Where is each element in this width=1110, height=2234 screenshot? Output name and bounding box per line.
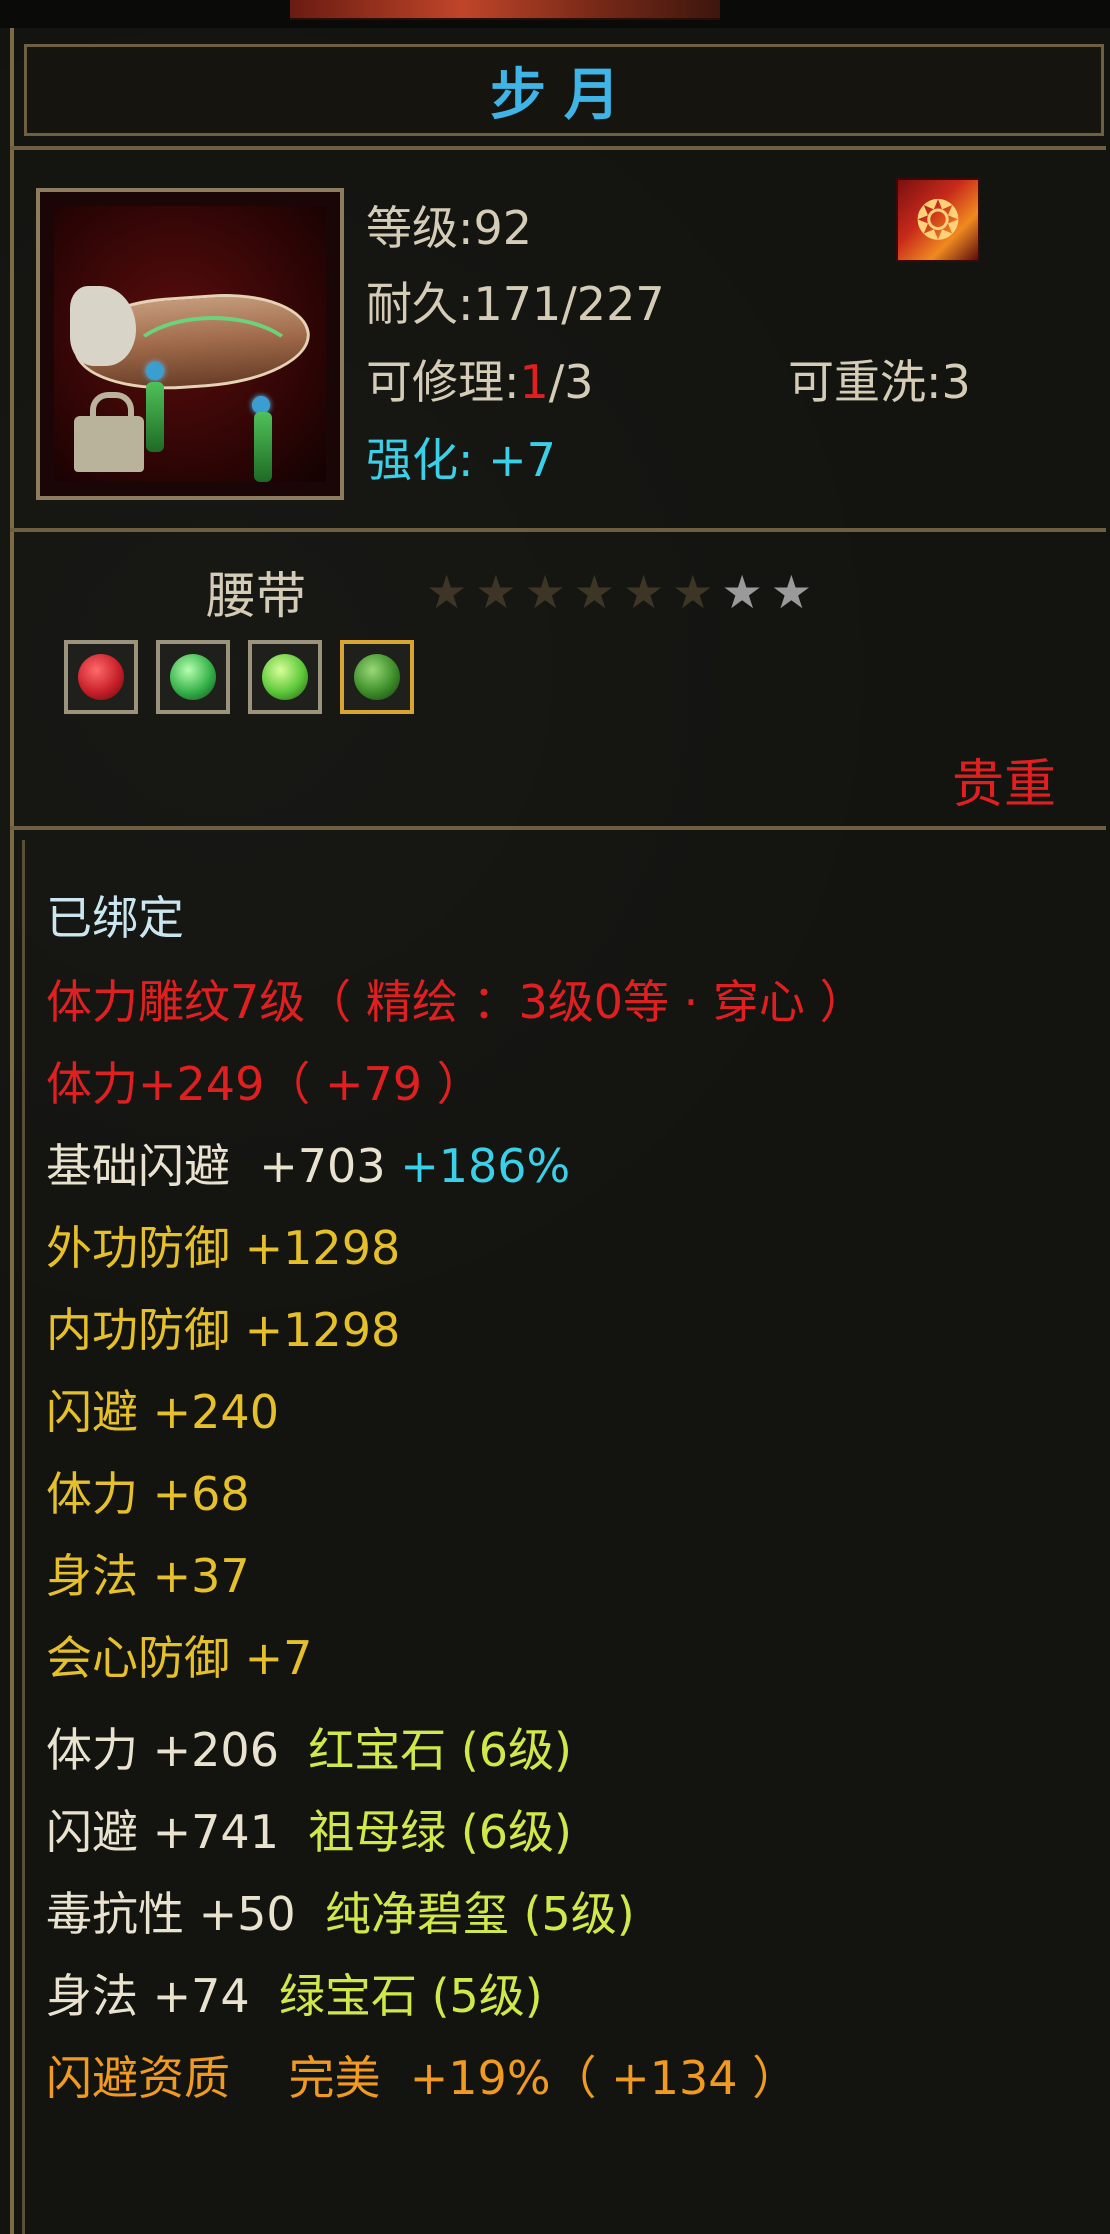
divider (10, 528, 1106, 532)
star-icon: ★ (524, 565, 566, 619)
engrave-line: 体力雕纹7级（ 精绘 ：3级0等 · 穿心 ） (46, 975, 866, 1029)
outer-def-line: 外功防御 +1298 (46, 1221, 401, 1275)
divider (10, 146, 1106, 150)
item-name: 步月 (490, 62, 638, 128)
gem4-name: 绿宝石 (5级) (278, 1969, 543, 2023)
title-bar: 步月 (24, 44, 1104, 136)
enhance-label: 强化: +7 (366, 424, 556, 490)
blue-bead (146, 362, 164, 380)
flame-class-icon[interactable]: ❂ (896, 178, 980, 262)
aptitude-line: 闪避资质 完美 +19%（ +134 ） (46, 2048, 798, 2108)
divider (10, 826, 1106, 830)
rarity-label: 贵重 (952, 755, 1057, 815)
green-tassel (254, 412, 272, 482)
gem3-line: 毒抗性 +50 纯净碧玺 (5级) (46, 1884, 635, 1944)
gem3-name: 纯净碧玺 (5级) (324, 1887, 635, 1941)
gem3-stat: 毒抗性 +50 (46, 1887, 296, 1941)
socket-green[interactable] (248, 640, 322, 714)
item-tooltip: 步月 等级:92 耐久:171/227 可修理:1/3 可重洗:3 强化: +7… (0, 0, 1110, 2234)
socket-jade[interactable] (340, 640, 414, 714)
star-rating: ★ ★ ★ ★ ★ ★ ★ ★ (426, 566, 812, 618)
ruby-gem-icon (78, 654, 124, 700)
repair-label: 可修理:1/3 (366, 346, 594, 412)
green-gem-icon (262, 654, 308, 700)
dodge-line: 闪避 +240 (46, 1385, 279, 1439)
repair-prefix: 可修理: (366, 355, 520, 409)
agility-line: 身法 +37 (46, 1549, 250, 1603)
stamina-line: 体力 +68 (46, 1467, 250, 1521)
enhance-prefix: 强化: (366, 433, 474, 487)
star-icon: ★ (623, 565, 665, 619)
gem1-name: 红宝石 (6级) (308, 1723, 572, 1777)
socket-ruby[interactable] (64, 640, 138, 714)
level-label: 等级:92 (366, 201, 533, 255)
emerald-gem-icon (170, 654, 216, 700)
gem1-line: 体力 +206 红宝石 (6级) (46, 1720, 572, 1780)
item-icon-frame[interactable] (36, 188, 344, 500)
bound-lock-icon (74, 392, 144, 472)
inner-def-line: 内功防御 +1298 (46, 1303, 401, 1357)
aptitude-grade: 完美 (288, 2051, 381, 2105)
green-tassel (146, 382, 164, 452)
repair-used: 1 (519, 355, 549, 409)
rewash-label: 可重洗:3 (788, 355, 971, 409)
base-dodge-name: 基础闪避 (46, 1139, 230, 1193)
durability-label: 耐久:171/227 (366, 277, 665, 331)
gem2-stat: 闪避 +741 (46, 1805, 279, 1859)
base-dodge-pct: +186% (400, 1139, 571, 1193)
frame-left-border (10, 28, 14, 2234)
item-type: 腰带 (206, 567, 306, 625)
base-dodge-line: 基础闪避 +703 +186% (46, 1136, 570, 1196)
star-icon: ★ (770, 565, 812, 619)
base-dodge-value: +703 (259, 1139, 386, 1193)
gem4-line: 身法 +74 绿宝石 (5级) (46, 1966, 543, 2026)
socket-emerald[interactable] (156, 640, 230, 714)
aptitude-value: +19%（ +134 ） (409, 2051, 799, 2105)
star-icon: ★ (721, 565, 763, 619)
bound-status: 已绑定 (46, 891, 184, 945)
frame-inner-border (22, 840, 25, 2234)
repair-total: /3 (548, 355, 594, 409)
stamina-main-line: 体力+249（ +79 ） (46, 1057, 483, 1111)
enhance-value: +7 (488, 433, 556, 487)
star-icon: ★ (426, 565, 468, 619)
belt-icon (54, 206, 326, 482)
star-icon: ★ (672, 565, 714, 619)
jade-gem-icon (354, 654, 400, 700)
gem2-line: 闪避 +741 祖母绿 (6级) (46, 1802, 572, 1862)
gem4-stat: 身法 +74 (46, 1969, 250, 2023)
gem2-name: 祖母绿 (6级) (308, 1805, 572, 1859)
aptitude-name: 闪避资质 (46, 2051, 230, 2105)
star-icon: ★ (573, 565, 615, 619)
star-icon: ★ (475, 565, 517, 619)
character-portrait (290, 0, 720, 20)
gem1-stat: 体力 +206 (46, 1723, 279, 1777)
crit-def-line: 会心防御 +7 (46, 1631, 313, 1685)
